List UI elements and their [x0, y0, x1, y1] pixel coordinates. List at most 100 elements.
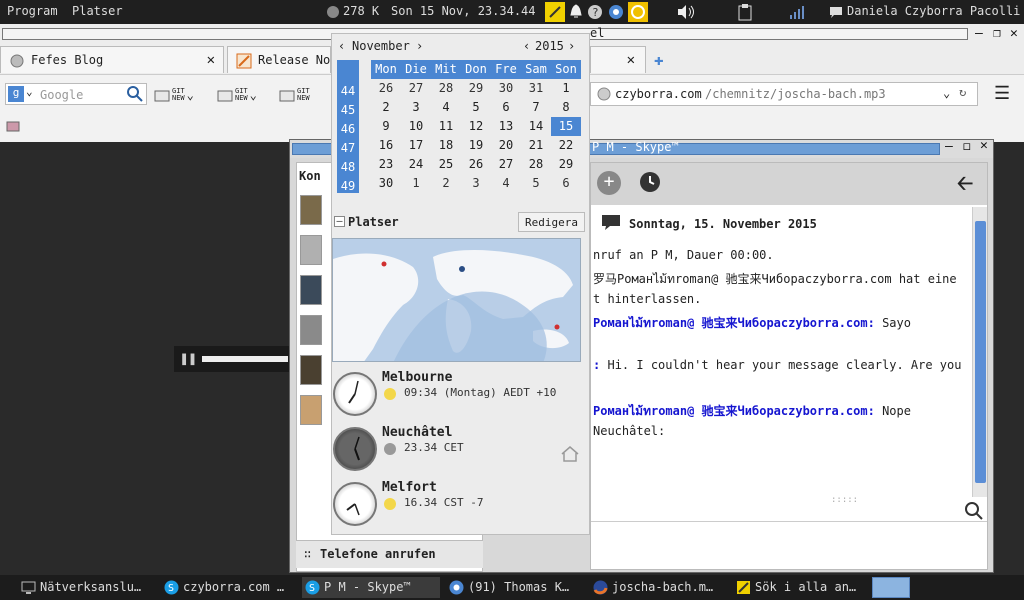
calendar-day[interactable]: 2 — [431, 174, 461, 193]
tab-close-icon[interactable]: ✕ — [627, 52, 635, 68]
clock-datetime[interactable]: Son 15 Nov, 23.34.44 — [391, 4, 536, 18]
calendar-day[interactable]: 3 — [401, 98, 431, 117]
tab-release-notes[interactable]: Release No — [227, 46, 331, 73]
calendar-day[interactable]: 25 — [431, 155, 461, 174]
calendar-day[interactable]: 17 — [401, 136, 431, 155]
avatar[interactable] — [300, 315, 322, 345]
help-icon[interactable]: ? — [585, 2, 605, 22]
calendar-day[interactable]: 28 — [521, 155, 551, 174]
maximize-button[interactable]: ◻ — [963, 139, 971, 154]
calendar-day[interactable]: 18 — [431, 136, 461, 155]
new-tab-icon[interactable]: ✚ — [654, 50, 664, 69]
chromium-tray-icon[interactable] — [606, 2, 626, 22]
chevron-down-icon[interactable]: ⌄ — [943, 86, 950, 100]
add-icon[interactable]: + — [597, 171, 621, 195]
chat-sender[interactable]: Романไม้ทroman@ 驰宝来Чиборaczyborra.com: — [593, 316, 875, 330]
calendar-day[interactable]: 3 — [461, 174, 491, 193]
minimize-button[interactable]: — — [975, 26, 983, 41]
bookmark-folder-2[interactable]: GIT NEW ⌄ — [217, 86, 257, 104]
reload-icon[interactable]: ↻ — [959, 85, 966, 99]
avatar[interactable] — [300, 395, 322, 425]
location-melbourne[interactable]: Melbourne 09:34 (Montag) AEDT +10 — [332, 370, 589, 422]
calendar-day[interactable]: 28 — [431, 79, 461, 98]
task-chromium[interactable]: (91) Thomas K… — [446, 577, 584, 598]
calendar-day[interactable]: 1 — [401, 174, 431, 193]
next-year-icon[interactable]: › — [568, 39, 575, 53]
calendar-day[interactable]: 27 — [491, 155, 521, 174]
calendar-day[interactable]: 9 — [371, 117, 401, 136]
clipboard-icon[interactable] — [735, 2, 755, 22]
scrollbar[interactable] — [972, 207, 987, 497]
calendar-day[interactable]: 5 — [461, 98, 491, 117]
calendar-day[interactable]: 14 — [521, 117, 551, 136]
task-firefox[interactable]: joscha-bach.m… — [590, 577, 728, 598]
calendar-day[interactable]: 20 — [491, 136, 521, 155]
resize-handle[interactable]: ::::: — [831, 495, 858, 505]
calendar-day[interactable]: 5 — [521, 174, 551, 193]
url-bar[interactable]: czyborra.com /chemnitz/joscha-bach.mp3 ⌄… — [590, 82, 978, 106]
calendar-day[interactable]: 22 — [551, 136, 581, 155]
user-name[interactable]: Daniela Czyborra Pacolli — [847, 4, 1020, 18]
task-czyborra[interactable]: S czyborra.com … — [161, 577, 299, 598]
chat-sender[interactable]: Романไม้ทroman@ 驰宝来Чиборaczyborra.com: — [593, 404, 875, 418]
calendar-day[interactable]: 13 — [491, 117, 521, 136]
calendar-day[interactable]: 6 — [551, 174, 581, 193]
menu-icon[interactable]: ☰ — [994, 83, 1010, 104]
seek-slider[interactable] — [202, 356, 288, 362]
location-neuchatel[interactable]: Neuchâtel 23.34 CET — [332, 425, 589, 477]
calendar-day[interactable]: 11 — [431, 117, 461, 136]
calendar-day[interactable]: 30 — [491, 79, 521, 98]
notes-tray-icon[interactable] — [545, 2, 565, 22]
prev-year-icon[interactable]: ‹ — [523, 39, 530, 53]
calendar-day[interactable]: 24 — [401, 155, 431, 174]
calendar-day[interactable]: 27 — [401, 79, 431, 98]
calendar-day[interactable]: 16 — [371, 136, 401, 155]
close-button[interactable]: ✕ — [1010, 26, 1018, 41]
close-button[interactable]: ✕ — [980, 138, 988, 153]
menu-program[interactable]: Program — [7, 4, 58, 18]
calendar-day[interactable]: 7 — [521, 98, 551, 117]
scrollbar-thumb[interactable] — [975, 221, 986, 483]
workspace-switcher[interactable] — [872, 577, 910, 598]
message-input[interactable] — [591, 521, 987, 569]
calendar-day[interactable]: 4 — [491, 174, 521, 193]
signal-icon[interactable] — [787, 2, 807, 22]
calendar-day[interactable]: 29 — [461, 79, 491, 98]
call-phone-button[interactable]: ∷ Telefone anrufen — [296, 540, 483, 568]
task-network[interactable]: Nätverksanslu… — [18, 577, 156, 598]
tab-close-icon[interactable]: ✕ — [207, 52, 215, 68]
avatar[interactable] — [300, 275, 322, 305]
bookmark-folder-1[interactable]: GIT NEW ⌄ — [154, 86, 194, 104]
location-melfort[interactable]: Melfort 16.34 CST -7 — [332, 480, 589, 532]
avatar[interactable] — [300, 235, 322, 265]
calendar-day[interactable]: 6 — [491, 98, 521, 117]
volume-icon[interactable] — [676, 2, 696, 22]
calendar-day[interactable]: 8 — [551, 98, 581, 117]
bookmark-icon[interactable] — [6, 119, 20, 136]
calendar-day[interactable]: 26 — [371, 79, 401, 98]
calendar-day[interactable]: 10 — [401, 117, 431, 136]
bookmark-folder-3[interactable]: GIT NEW — [279, 86, 310, 104]
back-arrow-icon[interactable]: 🡠 — [957, 169, 973, 203]
home-icon[interactable] — [560, 445, 580, 466]
calendar-day[interactable]: 1 — [551, 79, 581, 98]
minimize-button[interactable]: — — [945, 139, 953, 154]
chat-sender[interactable]: : — [593, 358, 600, 372]
restore-button[interactable]: ❐ — [993, 26, 1001, 41]
calendar-day[interactable]: 15 — [551, 117, 581, 136]
tab-current[interactable]: ✕ — [590, 46, 646, 73]
next-month-icon[interactable]: › — [416, 39, 423, 53]
avatar[interactable] — [300, 195, 322, 225]
edit-places-button[interactable]: Redigera — [518, 212, 585, 232]
tab-fefes-blog[interactable]: Fefes Blog ✕ — [0, 46, 224, 73]
google-icon[interactable]: g — [8, 86, 24, 102]
calendar-day[interactable]: 30 — [371, 174, 401, 193]
prev-month-icon[interactable]: ‹ — [338, 39, 345, 53]
calendar-day[interactable]: 23 — [371, 155, 401, 174]
calendar-day[interactable]: 2 — [371, 98, 401, 117]
bell-icon[interactable] — [566, 2, 586, 22]
clock-tray-icon[interactable] — [628, 2, 648, 22]
calendar-day[interactable]: 29 — [551, 155, 581, 174]
calendar-day[interactable]: 31 — [521, 79, 551, 98]
pause-icon[interactable]: ❚❚ — [180, 351, 197, 367]
